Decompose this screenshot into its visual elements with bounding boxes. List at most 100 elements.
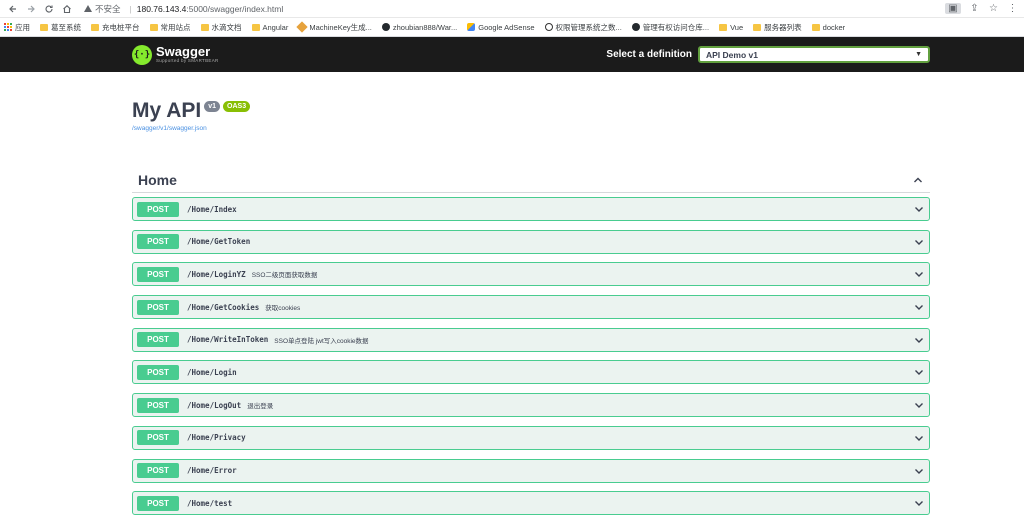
chevron-down-icon[interactable] bbox=[913, 236, 925, 248]
method-badge: POST bbox=[137, 430, 179, 446]
logo-subtitle: Supported by SMARTBEAR bbox=[156, 58, 219, 64]
chevron-down-icon[interactable] bbox=[913, 399, 925, 411]
folder-icon bbox=[719, 23, 728, 31]
method-badge: POST bbox=[137, 463, 179, 478]
security-label: 不安全 bbox=[95, 3, 121, 14]
bookmark-item[interactable]: Angular bbox=[251, 23, 288, 32]
warning-icon bbox=[84, 5, 92, 12]
operation-summary: SSO二级页面获取数据 bbox=[251, 272, 318, 280]
api-info: My API v1 OAS3 /swagger/v1/swagger.json bbox=[0, 100, 1024, 132]
version-badge: v1 bbox=[204, 101, 221, 112]
bookmark-label: Vue bbox=[730, 22, 744, 32]
chevron-up-icon[interactable] bbox=[912, 174, 924, 186]
folder-icon bbox=[149, 23, 158, 31]
browser-address-bar: 不安全 | 180.76.143.4 :5000/swagger/index.h… bbox=[0, 0, 1024, 18]
star-icon[interactable]: ☆ bbox=[988, 3, 999, 14]
operation-row[interactable]: POST/Home/LogOut 退出登录 bbox=[132, 393, 930, 418]
operation-path: /Home/LogOut bbox=[187, 400, 242, 410]
folder-icon bbox=[40, 23, 48, 31]
chevron-down-icon[interactable] bbox=[913, 203, 925, 215]
operation-row[interactable]: POST/Home/test bbox=[132, 491, 930, 516]
chevron-down-icon: ▼ bbox=[915, 51, 922, 58]
operation-summary: 获取cookies bbox=[265, 305, 301, 313]
share-icon[interactable]: ⇪ bbox=[969, 3, 980, 14]
github-icon bbox=[381, 23, 390, 31]
machinekey-icon bbox=[296, 21, 309, 33]
translate-icon[interactable]: ▣ bbox=[945, 3, 961, 14]
bookmark-item[interactable]: 葛至系统 bbox=[40, 22, 81, 33]
operation-row[interactable]: POST/Home/Privacy bbox=[132, 425, 930, 450]
operation-row[interactable]: POST/Home/Login bbox=[132, 360, 930, 385]
bookmark-label: zhoubian888/War... bbox=[392, 22, 458, 32]
bookmark-item[interactable]: 常用站点 bbox=[149, 22, 191, 33]
operation-path: /Home/Login bbox=[187, 367, 237, 377]
bookmark-label: docker bbox=[822, 22, 846, 32]
chevron-down-icon[interactable] bbox=[913, 432, 925, 444]
url-path: :5000/swagger/index.html bbox=[186, 3, 284, 14]
github-icon bbox=[631, 23, 640, 31]
home-icon[interactable] bbox=[60, 2, 74, 16]
bookmarks-bar: 应用 葛至系统 充电桩平台 常用站点 水滴文档 Angular MachineKey生成..… bbox=[0, 18, 1024, 37]
bookmark-item[interactable]: 管理有权访问仓库... bbox=[631, 22, 710, 33]
operation-row[interactable]: POST/Home/WriteInToken SSO单点登陆 jwt写入cooki… bbox=[132, 327, 930, 352]
url-field[interactable]: 不安全 | 180.76.143.4 :5000/swagger/index.h… bbox=[84, 2, 945, 16]
chevron-down-icon[interactable] bbox=[913, 465, 925, 477]
operation-row[interactable]: POST/Home/Index bbox=[132, 197, 930, 221]
section-header[interactable]: Home bbox=[132, 167, 930, 193]
reload-icon[interactable] bbox=[42, 2, 56, 16]
folder-icon bbox=[811, 23, 820, 31]
chevron-down-icon[interactable] bbox=[913, 366, 925, 378]
bookmark-label: 充电桩平台 bbox=[102, 22, 140, 32]
swagger-logo[interactable]: {·} Swagger Supported by SMARTBEAR bbox=[132, 44, 219, 65]
url-host: 180.76.143.4 bbox=[136, 3, 187, 14]
bookmark-item[interactable]: 充电桩平台 bbox=[91, 22, 140, 33]
operation-row[interactable]: POST/Home/GetToken bbox=[132, 229, 930, 254]
method-badge: POST bbox=[137, 201, 179, 217]
bookmark-item[interactable]: Google AdSense bbox=[467, 23, 535, 32]
operation-path: /Home/test bbox=[187, 498, 233, 508]
bookmark-item[interactable]: 应用 bbox=[4, 22, 30, 33]
bookmark-label: 服务器列表 bbox=[764, 22, 802, 32]
definition-select[interactable]: API Demo v1 ▼ bbox=[698, 46, 930, 63]
forward-icon[interactable] bbox=[24, 2, 38, 16]
operation-row[interactable]: POST/Home/Error bbox=[132, 458, 930, 483]
spec-link[interactable]: /swagger/v1/swagger.json bbox=[132, 125, 1024, 132]
operation-path: /Home/WriteInToken bbox=[187, 335, 269, 345]
chevron-down-icon[interactable] bbox=[913, 268, 925, 280]
folder-icon bbox=[251, 23, 260, 31]
security-indicator[interactable]: 不安全 bbox=[84, 3, 121, 15]
operation-path: /Home/Index bbox=[187, 204, 237, 214]
method-badge: POST bbox=[137, 234, 179, 250]
method-badge: POST bbox=[137, 332, 179, 348]
bookmark-item[interactable]: 权限管理系统之数... bbox=[544, 22, 622, 33]
bookmark-label: 权限管理系统之数... bbox=[555, 22, 622, 32]
bookmark-item[interactable]: 服务器列表 bbox=[753, 22, 802, 33]
operation-row[interactable]: POST/Home/LoginYZ SSO二级页面获取数据 bbox=[132, 262, 930, 287]
oas-badge: OAS3 bbox=[223, 101, 251, 112]
bookmark-item[interactable]: Vue bbox=[719, 23, 743, 32]
url-separator: | bbox=[129, 3, 132, 14]
chevron-down-icon[interactable] bbox=[913, 301, 925, 313]
method-badge: POST bbox=[137, 364, 179, 380]
bookmark-item[interactable]: docker bbox=[811, 22, 846, 32]
bookmark-label: MachineKey生成... bbox=[309, 22, 372, 32]
bookmark-label: 应用 bbox=[15, 22, 30, 32]
folder-icon bbox=[200, 23, 209, 31]
bookmark-item[interactable]: zhoubian888/War... bbox=[381, 22, 458, 32]
method-badge: POST bbox=[137, 495, 179, 511]
chevron-down-icon[interactable] bbox=[913, 497, 925, 509]
operation-row[interactable]: POST/Home/GetCookies 获取cookies bbox=[132, 295, 930, 320]
back-icon[interactable] bbox=[6, 2, 20, 16]
bookmark-label: 管理有权访问仓库... bbox=[642, 22, 710, 32]
logo-title: Swagger bbox=[156, 44, 211, 60]
definition-label: Select a definition bbox=[606, 49, 692, 60]
chevron-down-icon[interactable] bbox=[913, 334, 925, 346]
bookmark-item[interactable]: MachineKey生成... bbox=[296, 21, 372, 33]
bookmark-item[interactable]: 水滴文档 bbox=[200, 22, 242, 33]
definition-value: API Demo v1 bbox=[706, 49, 758, 60]
bookmark-label: 葛至系统 bbox=[51, 22, 81, 32]
method-badge: POST bbox=[137, 397, 179, 413]
swagger-topbar: {·} Swagger Supported by SMARTBEAR Selec… bbox=[0, 37, 1024, 72]
operations-list: POST/Home/Index POST/Home/GetToken POST/Ho… bbox=[132, 197, 930, 516]
menu-icon[interactable]: ⋮ bbox=[1007, 3, 1018, 14]
